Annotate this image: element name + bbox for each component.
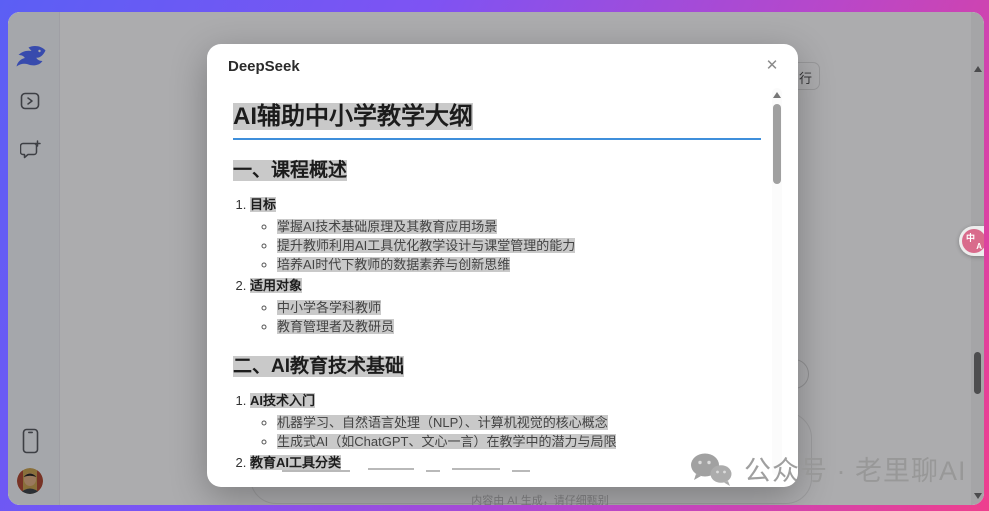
outline-subitem: 培养AI时代下教师的数据素养与创新思维 [277, 256, 761, 275]
outline-item: 适用对象 中小学各学科教师 教育管理者及教研员 [250, 277, 761, 336]
outline-item: 目标 掌握AI技术基础原理及其教育应用场景 提升教师利用AI工具优化教学设计与课… [250, 196, 761, 274]
section-1-list: 目标 掌握AI技术基础原理及其教育应用场景 提升教师利用AI工具优化教学设计与课… [250, 196, 761, 336]
outline-subitem: 教育管理者及教研员 [277, 318, 761, 337]
section-heading-2: 二、AI教育技术基础 [233, 354, 761, 380]
outline-subitem: 掌握AI技术基础原理及其教育应用场景 [277, 218, 761, 237]
outline-subitem: 中小学各学科教师 [277, 299, 761, 318]
outline-subitem: 生成式AI（如ChatGPT、文心一言）在教学中的潜力与局限 [277, 433, 761, 452]
outline-document: AI辅助中小学教学大纲 一、课程概述 目标 掌握AI技术基础原理及其教育应用场景… [233, 100, 761, 473]
outline-subitem: 机器学习、自然语言处理（NLP）、计算机视觉的核心概念 [277, 414, 761, 433]
outline-item: AI技术入门 机器学习、自然语言处理（NLP）、计算机视觉的核心概念 生成式AI… [250, 392, 761, 451]
modal-scrollbar-thumb[interactable] [773, 104, 781, 184]
translate-zh-glyph: 中 [966, 231, 975, 244]
translate-icon: 中 A [962, 229, 984, 253]
section-heading-1: 一、课程概述 [233, 158, 761, 184]
deepseek-preview-modal: DeepSeek ✕ AI辅助中小学教学大纲 一、课程概述 目标 掌握AI技术基… [207, 44, 798, 487]
translate-en-glyph: A [976, 242, 982, 251]
clipped-content-lines [282, 468, 530, 472]
close-icon[interactable]: ✕ [760, 54, 784, 78]
section-2-list: AI技术入门 机器学习、自然语言处理（NLP）、计算机视觉的核心概念 生成式AI… [250, 392, 761, 473]
modal-scrollbar[interactable] [772, 88, 782, 476]
browser-page: 行 ✓ 内容由 AI 生成，请仔细甄别 中 A DeepSeek ✕ AI辅助中… [8, 12, 984, 505]
modal-scroll-up-arrow-icon[interactable] [773, 92, 781, 98]
modal-title: DeepSeek [228, 58, 300, 75]
translate-button[interactable]: 中 A [959, 226, 984, 256]
document-title: AI辅助中小学教学大纲 [233, 100, 761, 140]
screenshot-root: { "window": { "modal": { "header_title":… [0, 0, 989, 511]
outline-subitem: 提升教师利用AI工具优化教学设计与课堂管理的能力 [277, 237, 761, 256]
